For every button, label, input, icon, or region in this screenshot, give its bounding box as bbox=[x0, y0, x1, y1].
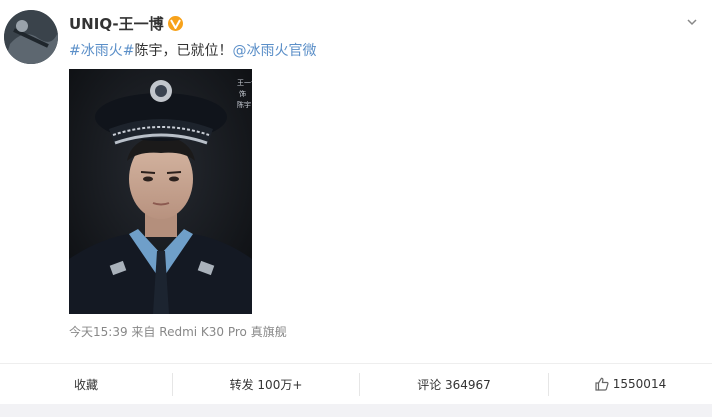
comment-label: 评论 364967 bbox=[417, 377, 491, 392]
image-caption-role: 饰 bbox=[239, 89, 246, 98]
post-image[interactable]: 王一博 饰 陈宇 bbox=[69, 69, 252, 314]
repost-label: 转发 100万+ bbox=[229, 377, 303, 392]
mention-link[interactable]: @冰雨火官微 bbox=[232, 43, 316, 59]
source-device[interactable]: Redmi K30 Pro 真旗舰 bbox=[159, 325, 286, 339]
favorite-button[interactable]: 收藏 bbox=[0, 364, 172, 404]
favorite-label: 收藏 bbox=[73, 377, 98, 392]
post-time[interactable]: 今天15:39 bbox=[69, 325, 128, 339]
like-count: 1550014 bbox=[612, 377, 667, 391]
action-bar: 收藏 转发 100万+ 评论 364967 1550014 bbox=[0, 363, 712, 405]
chevron-down-icon[interactable] bbox=[686, 16, 698, 28]
avatar[interactable] bbox=[4, 10, 58, 64]
like-button[interactable]: 1550014 bbox=[549, 364, 712, 404]
post-author[interactable]: UNIQ-王一博 bbox=[69, 13, 183, 34]
weibo-post-card: UNIQ-王一博 #冰雨火#陈宇，已就位！@冰雨火官微 王一 饰 陈宇 今天15… bbox=[0, 0, 712, 404]
username-text[interactable]: UNIQ-王一博 bbox=[69, 13, 164, 34]
repost-button[interactable]: 转发 100万+ bbox=[173, 364, 359, 404]
comment-button[interactable]: 评论 364967 bbox=[360, 364, 548, 404]
feed-gap bbox=[0, 404, 712, 417]
thumbs-up-icon bbox=[595, 377, 609, 391]
post-text: #冰雨火#陈宇，已就位！@冰雨火官微 bbox=[69, 40, 316, 60]
hashtag-link[interactable]: #冰雨火# bbox=[69, 43, 134, 59]
post-meta: 今天15:39 来自 Redmi K30 Pro 真旗舰 bbox=[69, 323, 287, 340]
image-caption-character: 陈宇 bbox=[237, 100, 251, 109]
post-body-text: 陈宇，已就位！ bbox=[134, 43, 233, 59]
source-prefix: 来自 bbox=[131, 325, 156, 339]
image-caption-name: 王一博 bbox=[237, 78, 252, 87]
verified-badge-icon bbox=[167, 16, 183, 31]
